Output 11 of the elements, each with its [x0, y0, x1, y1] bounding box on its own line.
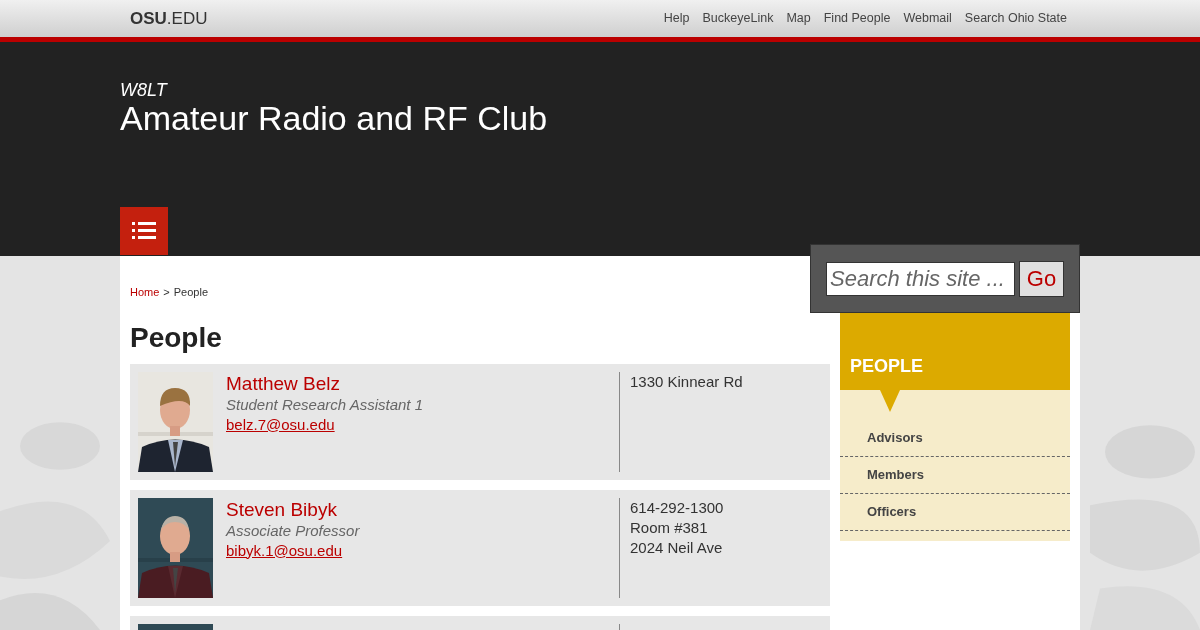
- top-nav-link[interactable]: Find People: [823, 9, 891, 28]
- site-logo[interactable]: OSU.EDU: [130, 5, 208, 32]
- site-title: Amateur Radio and RF Club: [120, 100, 549, 136]
- top-nav-link[interactable]: Map: [786, 9, 811, 28]
- top-nav-link[interactable]: Help: [663, 9, 690, 28]
- top-nav-link[interactable]: Webmail: [903, 9, 952, 28]
- menu-button[interactable]: [120, 207, 168, 255]
- list-icon: [132, 221, 156, 241]
- top-nav-link[interactable]: BuckeyeLink: [702, 9, 774, 28]
- callsign: W8LT: [120, 80, 169, 100]
- top-nav-link[interactable]: Search Ohio State: [964, 9, 1067, 28]
